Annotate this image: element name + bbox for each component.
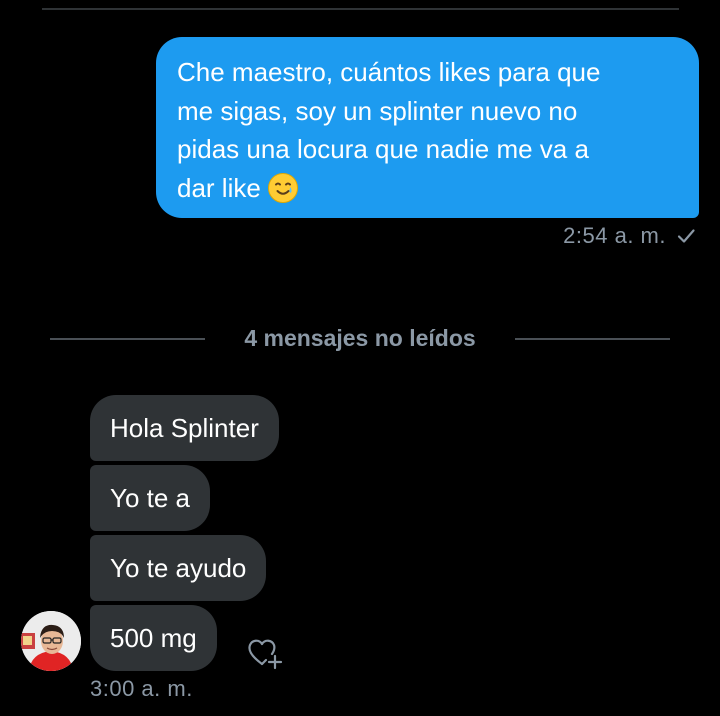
received-message-bubble[interactable]: 500 mg xyxy=(90,605,217,671)
add-reaction-heart-icon[interactable] xyxy=(245,633,287,673)
avatar[interactable] xyxy=(21,611,81,671)
sent-message-line: me sigas, soy un splinter nuevo no xyxy=(177,95,578,126)
received-message-bubble[interactable]: Yo te ayudo xyxy=(90,535,267,601)
divider-line xyxy=(515,338,670,340)
received-message-bubble[interactable]: Yo te a xyxy=(90,465,211,531)
received-message-time: 3:00 a. m. xyxy=(90,676,193,701)
sent-message-meta: 2:54 a. m. xyxy=(563,223,696,249)
sent-message-time: 2:54 a. m. xyxy=(563,223,666,248)
sent-message-line: Che maestro, cuántos likes para que xyxy=(177,57,601,87)
unread-divider: 4 mensajes no leídos xyxy=(50,323,670,357)
sent-message-line: pidas una locura que nadie me va a xyxy=(177,134,589,164)
check-icon xyxy=(676,226,696,246)
smiling-face-with-tear-icon xyxy=(267,172,299,204)
sent-message-line: dar like xyxy=(177,172,261,203)
top-divider xyxy=(42,8,679,10)
sent-message-bubble[interactable]: Che maestro, cuántos likes para que me s… xyxy=(156,37,699,218)
received-message-bubble[interactable]: Hola Splinter xyxy=(90,395,279,461)
